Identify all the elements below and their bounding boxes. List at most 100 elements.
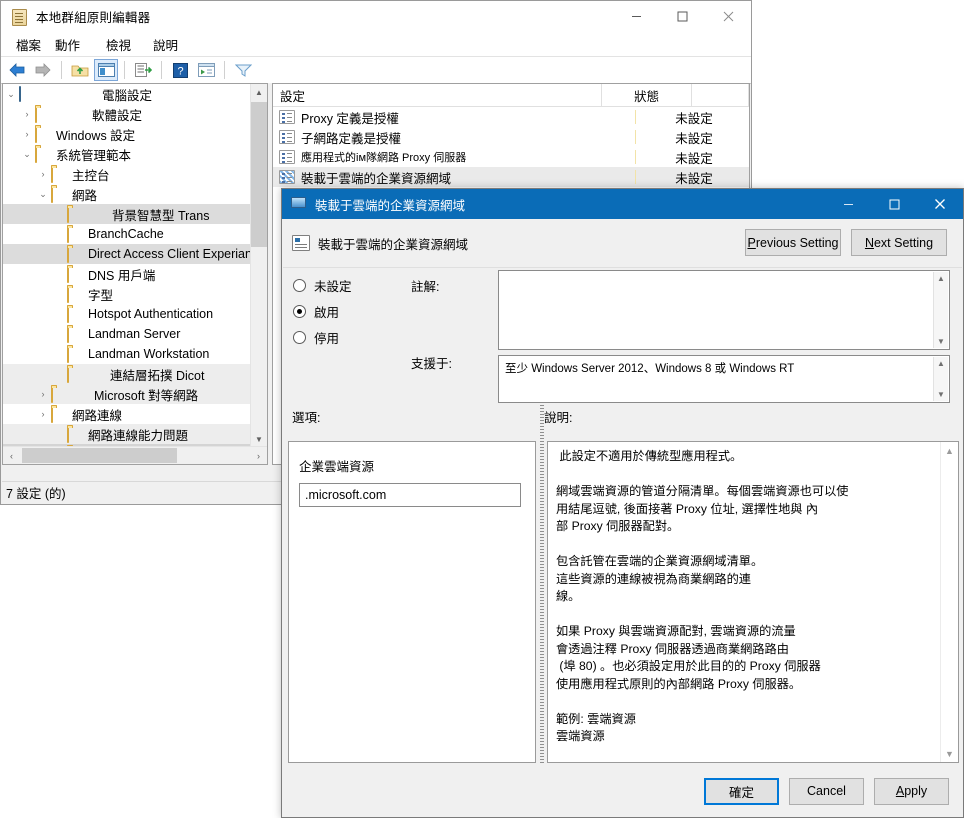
tree-item-microsoft-peer-net[interactable]: › Microsoft 對等網路 [3, 384, 251, 404]
table-row[interactable]: 應用程式的ім隊網路 Proxy 伺服器 未設定 [273, 147, 749, 167]
folder-icon [67, 206, 83, 223]
tree-item-landman-workstation[interactable]: › Landman Workstation [3, 344, 251, 364]
export-list-icon[interactable] [131, 59, 155, 81]
tree-item-network[interactable]: ⌄ 網路 [3, 184, 251, 204]
scroll-down-icon[interactable]: ▼ [251, 431, 267, 447]
row-divider [635, 150, 646, 164]
tree-item-software-settings[interactable]: › 軟體設定 [3, 104, 251, 124]
tree-item-admin-templates[interactable]: ⌄ 系統管理範本 [3, 144, 251, 164]
close-icon[interactable] [705, 1, 751, 32]
comment-scrollbar[interactable]: ▲ ▼ [933, 272, 948, 348]
tree-item-link-layer-topology[interactable]: › 連結層拓撲 Dicot [3, 364, 251, 384]
folder-icon [67, 326, 83, 343]
scroll-up-icon[interactable]: ▲ [941, 442, 958, 459]
tree-item-directaccess-client[interactable]: › Direct Access Client Experiance [3, 244, 251, 264]
tree-item-fonts[interactable]: › 字型 [3, 284, 251, 304]
cancel-button[interactable]: Cancel [789, 777, 864, 805]
scroll-down-icon[interactable]: ▼ [941, 745, 958, 762]
scroll-up-icon[interactable]: ▲ [937, 359, 945, 368]
hscroll-thumb[interactable] [22, 448, 177, 463]
show-console-icon[interactable] [194, 59, 218, 81]
help-panel[interactable]: 此設定不適用於傳統型應用程式。 網域雲端資源的管道分隔清單。每個雲端資源也可以使… [547, 441, 959, 763]
option-field-title: 企業雲端資源 [299, 460, 375, 474]
chevron-right-icon[interactable]: › [35, 389, 51, 399]
menu-item-file[interactable]: 檔案 [9, 33, 48, 56]
close-icon[interactable] [917, 189, 963, 219]
policy-tree-pane[interactable]: ⌄ 電腦設定 › 軟體設定 › Windows 設定 ⌄ 系統管理範本 › 主控… [2, 83, 268, 465]
scroll-down-icon[interactable]: ▼ [937, 337, 945, 346]
dialog-vertical-splitter[interactable] [540, 405, 544, 763]
previous-setting-button[interactable]: Previous Setting [745, 229, 841, 256]
tree-item-branchcache[interactable]: › BranchCache [3, 224, 251, 244]
menu-item-help[interactable]: 說明 [146, 33, 185, 56]
tree-horizontal-scrollbar[interactable]: ‹ › [3, 446, 267, 464]
show-hide-tree-icon[interactable] [94, 59, 118, 81]
toolbar: ? [1, 56, 751, 84]
radio-disabled[interactable]: 停用 [293, 324, 403, 350]
help-icon[interactable]: ? [168, 59, 192, 81]
policy-setting-icon [279, 170, 295, 184]
minimize-icon[interactable] [613, 1, 659, 32]
tree-item-network-connections[interactable]: › 網路連線 [3, 404, 251, 424]
folder-icon [67, 346, 83, 363]
tree-item-windows-settings[interactable]: › Windows 設定 [3, 124, 251, 144]
tree-item-label: 字型 [88, 288, 114, 303]
tree-item-bits[interactable]: › 背景智慧型 Trans [3, 204, 251, 224]
column-header-comment[interactable] [692, 84, 749, 106]
menu-item-action[interactable]: 動作 [48, 33, 87, 56]
forward-icon[interactable] [31, 59, 55, 81]
maximize-icon[interactable] [871, 189, 917, 219]
tree-item-network-connectivity-status[interactable]: › 網路連線能力問題 [3, 424, 251, 444]
scroll-up-icon[interactable]: ▲ [251, 84, 267, 100]
tree-item-hotspot-auth[interactable]: › Hotspot Authentication [3, 304, 251, 324]
next-setting-button[interactable]: Next Setting [851, 229, 947, 256]
column-header-state[interactable]: 狀態 [602, 84, 693, 106]
help-text: 此設定不適用於傳統型應用程式。 網域雲端資源的管道分隔清單。每個雲端資源也可以使… [556, 449, 849, 743]
scroll-down-icon[interactable]: ▼ [937, 390, 945, 399]
hscroll-track[interactable] [20, 447, 250, 464]
filter-icon[interactable] [231, 59, 255, 81]
scroll-thumb[interactable] [251, 102, 267, 247]
tree-vertical-scrollbar[interactable]: ▲ ▼ [250, 84, 267, 447]
dialog-nav-buttons: Previous Setting Next Setting [745, 229, 947, 256]
chevron-right-icon[interactable]: › [35, 409, 51, 419]
chevron-down-icon[interactable]: ⌄ [3, 89, 19, 100]
help-scrollbar[interactable]: ▲ ▼ [940, 442, 958, 762]
scroll-right-icon[interactable]: › [250, 451, 267, 461]
scroll-up-icon[interactable]: ▲ [937, 274, 945, 283]
folder-icon [35, 146, 51, 163]
folder-icon [51, 386, 67, 403]
options-label: 選項: [292, 411, 321, 425]
tree-item-landman-server[interactable]: › Landman Server [3, 324, 251, 344]
chevron-placeholder-icon: › [51, 369, 67, 379]
chevron-right-icon[interactable]: › [35, 169, 51, 179]
comment-label: 註解: [411, 280, 440, 294]
tree-item-dns-client[interactable]: › DNS 用戶端 [3, 264, 251, 284]
enterprise-cloud-resources-input[interactable] [299, 483, 521, 507]
policy-window-icon [291, 197, 307, 211]
maximize-icon[interactable] [659, 1, 705, 32]
comment-textarea[interactable]: ▲ ▼ [498, 270, 950, 350]
chevron-down-icon[interactable]: ⌄ [35, 189, 51, 200]
column-header-setting[interactable]: 設定 [273, 84, 603, 106]
scroll-left-icon[interactable]: ‹ [3, 451, 20, 461]
table-row[interactable]: 子網路定義是授權 未設定 [273, 127, 749, 147]
chevron-right-icon[interactable]: › [19, 109, 35, 119]
back-icon[interactable] [5, 59, 29, 81]
menu-item-view[interactable]: 檢視 [99, 33, 138, 56]
radio-not-configured[interactable]: 未設定 [293, 272, 403, 298]
tree-item-console[interactable]: › 主控台 [3, 164, 251, 184]
up-folder-icon[interactable] [68, 59, 92, 81]
dialog-titlebar: 裝載于雲端的企業資源網域 [282, 189, 963, 219]
table-row[interactable]: 裝載于雲端的企業資源網域 未設定 [273, 167, 749, 187]
supported-on-scrollbar[interactable]: ▲ ▼ [933, 357, 948, 401]
table-row[interactable]: Proxy 定義是授權 未設定 [273, 107, 749, 127]
chevron-down-icon[interactable]: ⌄ [19, 149, 35, 160]
radio-enabled[interactable]: 啟用 [293, 298, 403, 324]
minimize-icon[interactable] [825, 189, 871, 219]
apply-button[interactable]: Apply [874, 777, 949, 805]
supported-on-textarea[interactable]: 至少 Windows Server 2012、Windows 8 或 Windo… [498, 355, 950, 403]
ok-button[interactable]: 確定 [704, 777, 779, 805]
tree-item-computer-config[interactable]: ⌄ 電腦設定 [3, 84, 251, 104]
chevron-right-icon[interactable]: › [19, 129, 35, 139]
